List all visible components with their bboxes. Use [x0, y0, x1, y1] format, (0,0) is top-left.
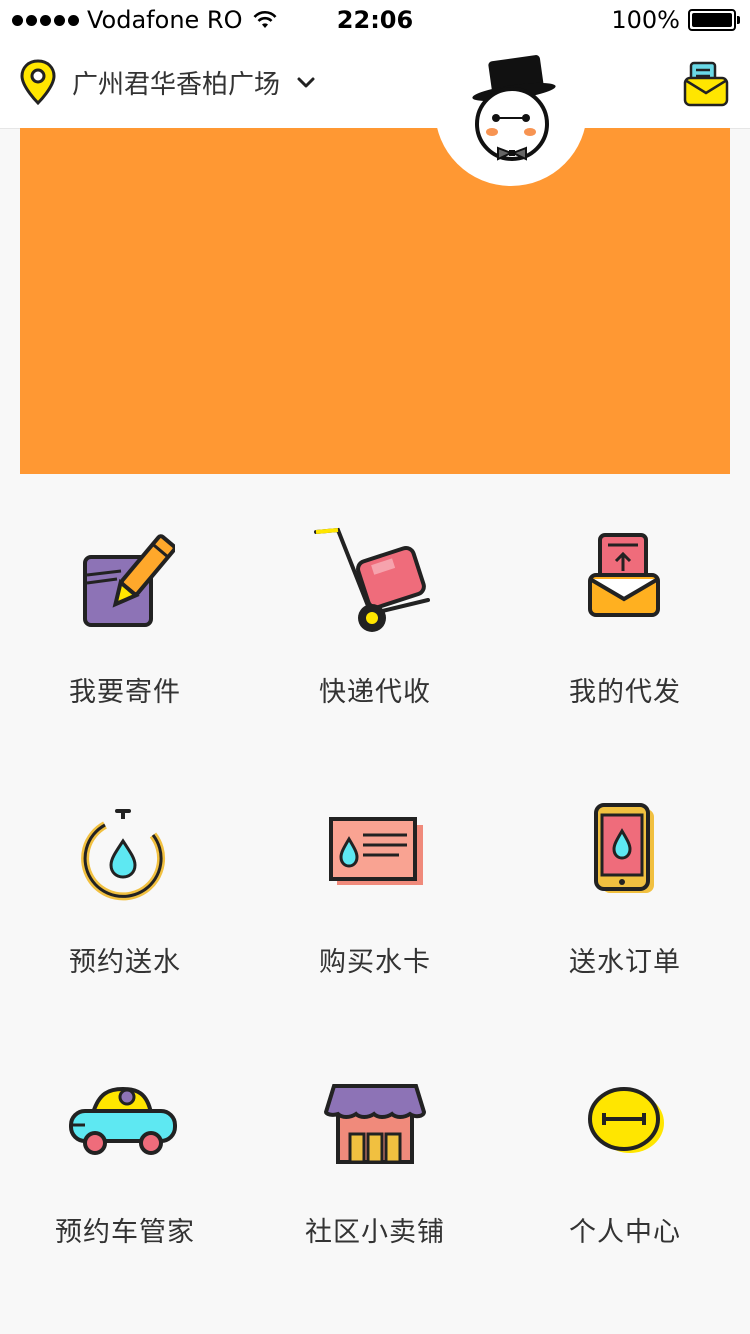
location-label: 广州君华香柏广场 — [72, 69, 281, 100]
user-center-icon — [588, 1087, 664, 1153]
promo-banner-carousel[interactable] — [20, 128, 730, 474]
service-label: 个人中心 — [569, 1217, 681, 1248]
service-label: 预约车管家 — [55, 1217, 195, 1248]
top-header: 广州君华香柏广场 — [0, 40, 750, 129]
service-my-dispatch[interactable]: 我的代发 — [500, 474, 750, 744]
service-car-butler[interactable]: 预约车管家 — [0, 1014, 250, 1284]
service-send-parcel[interactable]: 我要寄件 — [0, 474, 250, 744]
outgoing-envelope-icon — [588, 533, 660, 617]
chevron-down-icon — [297, 77, 315, 88]
service-personal-center[interactable]: 个人中心 — [500, 1014, 750, 1284]
pencil-notepad-icon — [83, 534, 175, 627]
location-selector[interactable]: 广州君华香柏广场 — [18, 58, 316, 106]
water-card-icon — [329, 817, 423, 885]
service-buy-water-card[interactable]: 购买水卡 — [250, 744, 500, 1014]
service-label: 我的代发 — [569, 677, 681, 708]
status-bar: Vodafone RO 22:06 100% — [0, 0, 750, 40]
message-button[interactable] — [682, 60, 730, 112]
battery-icon — [688, 9, 740, 31]
service-water-orders[interactable]: 送水订单 — [500, 744, 750, 1014]
hand-truck-icon — [314, 527, 430, 632]
service-label: 社区小卖铺 — [305, 1217, 445, 1248]
car-icon — [69, 1086, 177, 1155]
service-community-shop[interactable]: 社区小卖铺 — [250, 1014, 500, 1284]
service-label: 我要寄件 — [69, 677, 181, 708]
stopwatch-water-icon — [81, 809, 166, 901]
service-label: 购买水卡 — [319, 947, 431, 978]
map-pin-icon — [20, 59, 56, 106]
shop-icon — [323, 1084, 427, 1164]
battery-percent: 100% — [611, 6, 680, 34]
service-label: 预约送水 — [69, 947, 181, 978]
phone-water-icon — [594, 803, 654, 893]
service-water-delivery[interactable]: 预约送水 — [0, 744, 250, 1014]
mascot-icon — [468, 52, 568, 168]
service-label: 送水订单 — [569, 947, 681, 978]
service-label: 快递代收 — [319, 677, 431, 708]
service-parcel-collection[interactable]: 快递代收 — [250, 474, 500, 744]
envelope-icon — [683, 61, 729, 107]
